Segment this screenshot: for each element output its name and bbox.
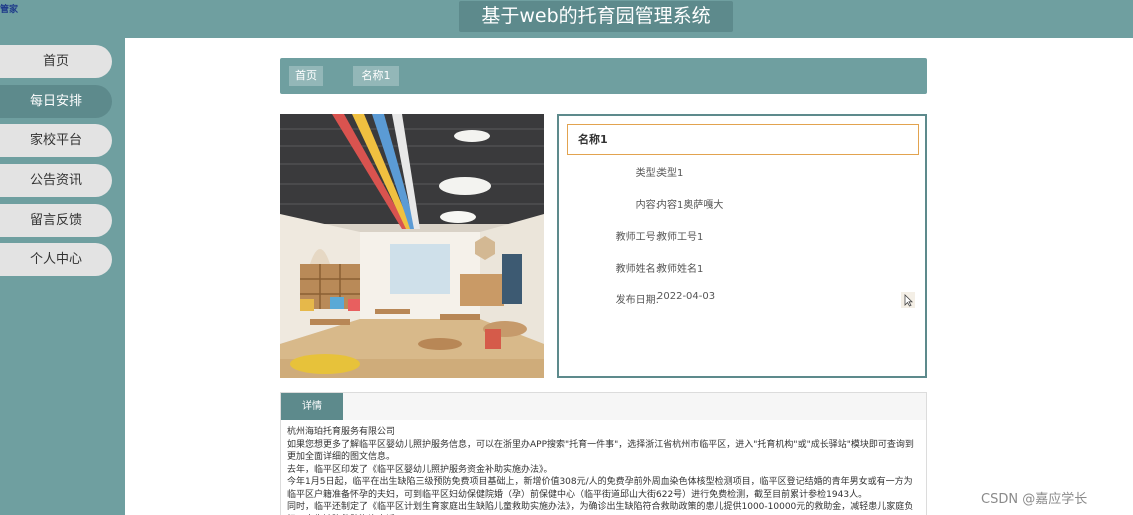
detail-line: 今年1月5日起，临平在出生缺陷三级预防免费项目基础上，新增价值308元/人的免费…: [287, 477, 913, 500]
teacher-name-value: 教师姓名1: [657, 264, 704, 275]
teacher-id-value: 教师工号1: [657, 232, 704, 243]
sidebar-item-home[interactable]: 首页: [0, 45, 112, 78]
sidebar: 首页 每日安排 家校平台 公告资讯 留言反馈 个人中心: [0, 38, 125, 515]
content-value: 内容1奥萨嘎大: [657, 200, 724, 211]
publish-date-value: 2022-04-03: [657, 291, 716, 302]
detail-section: 详情 杭州海珀托育服务有限公司 如果您想更多了解临平区婴幼儿照护服务信息，可以在…: [280, 392, 927, 515]
watermark: CSDN @嘉应学长: [981, 492, 1088, 507]
sidebar-item-home-school[interactable]: 家校平台: [0, 124, 112, 157]
sidebar-item-daily-schedule[interactable]: 每日安排: [0, 85, 112, 118]
app-title: 基于web的托育园管理系统: [459, 1, 733, 32]
breadcrumb: 首页 名称1: [280, 58, 927, 94]
detail-line: 同时，临平还制定了《临平区计划生育家庭出生缺陷儿童救助实施办法》，为确诊出生缺陷…: [287, 502, 914, 515]
sidebar-item-personal-center[interactable]: 个人中心: [0, 243, 112, 276]
teacher-name-label: 教师姓名:: [615, 264, 659, 275]
detail-body: 杭州海珀托育服务有限公司 如果您想更多了解临平区婴幼儿照护服务信息，可以在浙里办…: [281, 420, 926, 515]
publish-date-label: 发布日期:: [615, 295, 659, 306]
classroom-photo: [280, 114, 544, 378]
content-label: 内容:: [635, 200, 659, 211]
schedule-info-panel: 名称1 类型: 类型1 内容: 内容1奥萨嘎大 教师工号: 教师工号1 教师姓名…: [557, 114, 927, 378]
breadcrumb-home-link[interactable]: 首页: [289, 66, 323, 86]
item-name-heading: 名称1: [567, 124, 919, 155]
sidebar-item-announcements[interactable]: 公告资讯: [0, 164, 112, 197]
teacher-id-label: 教师工号:: [615, 232, 659, 243]
breadcrumb-current: 名称1: [353, 66, 399, 86]
top-header: 管家 基于web的托育园管理系统: [0, 0, 1133, 38]
cursor-icon: [901, 292, 915, 308]
app-logo: 管家: [0, 5, 19, 15]
type-value: 类型1: [657, 168, 684, 179]
detail-line: 去年，临平区印发了《临平区婴幼儿照护服务资金补助实施办法》。: [287, 464, 553, 475]
tab-detail[interactable]: 详情: [281, 393, 343, 420]
detail-line: 如果您想更多了解临平区婴幼儿照护服务信息，可以在浙里办APP搜索"托育一件事"，…: [287, 439, 914, 463]
sidebar-item-feedback[interactable]: 留言反馈: [0, 204, 112, 237]
detail-line: 杭州海珀托育服务有限公司: [287, 427, 396, 437]
type-label: 类型:: [635, 168, 659, 179]
